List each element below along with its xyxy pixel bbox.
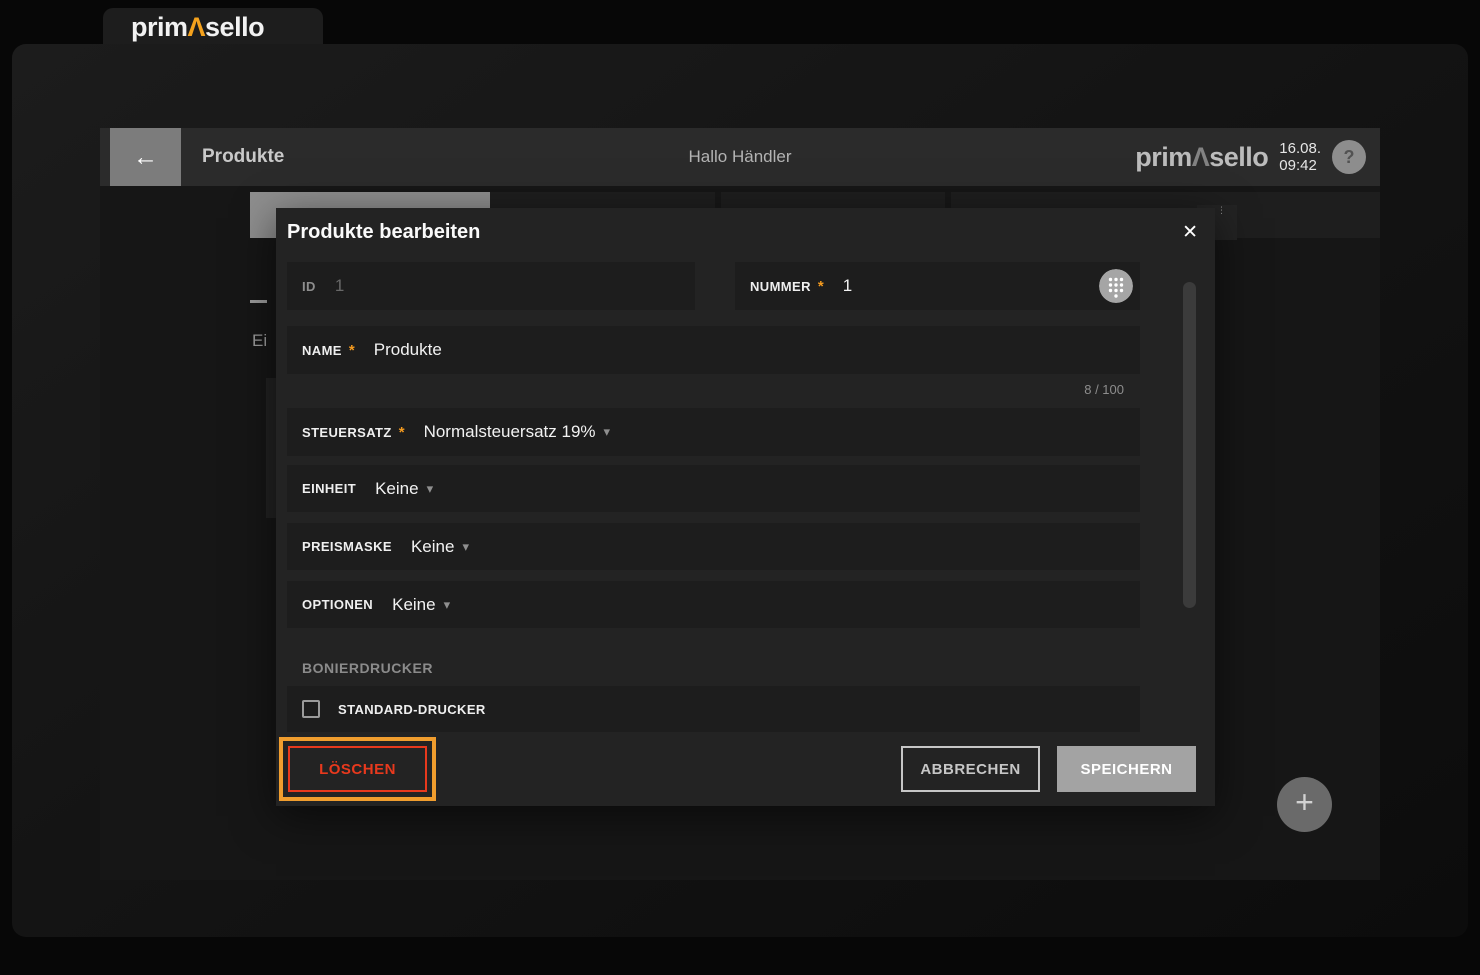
chevron-down-icon: ▾ — [462, 539, 469, 555]
optionen-dropdown[interactable]: OPTIONEN Keine ▾ — [287, 581, 1140, 628]
app-header: ← Produkte Hallo Händler primΛsello 16.0… — [100, 128, 1380, 186]
plus-icon: + — [1295, 784, 1314, 820]
steuersatz-dropdown[interactable]: STEUERSATZ * Normalsteuersatz 19% ▾ — [287, 408, 1140, 456]
logo-text-pre: prim — [131, 12, 188, 42]
standard-drucker-label: STANDARD-DRUCKER — [338, 702, 486, 717]
preismaske-dropdown[interactable]: PREISMASKE Keine ▾ — [287, 523, 1140, 570]
einheit-value: Keine — [375, 479, 418, 499]
background-partial-label: Ei — [252, 331, 267, 351]
header-right-group: primΛsello 16.08. 09:42 ? — [1135, 128, 1366, 186]
optionen-value: Keine — [392, 595, 435, 615]
einheit-label: EINHEIT — [302, 481, 356, 496]
preismaske-label: PREISMASKE — [302, 539, 392, 554]
close-icon[interactable]: ✕ — [1182, 221, 1198, 244]
steuersatz-label: STEUERSATZ — [302, 425, 392, 440]
cancel-button[interactable]: ABBRECHEN — [901, 746, 1040, 792]
chevron-down-icon: ▾ — [604, 424, 611, 440]
steuersatz-value: Normalsteuersatz 19% — [424, 422, 596, 442]
back-button[interactable]: ← — [110, 128, 181, 186]
dots-icon: ⋮ — [1217, 205, 1226, 215]
modal-title: Produkte bearbeiten — [287, 221, 480, 244]
required-asterisk: * — [818, 278, 824, 295]
primasello-header-logo: primΛsello — [1135, 142, 1268, 173]
back-arrow-icon: ← — [133, 143, 158, 172]
bonierdrucker-section-label: BONIERDRUCKER — [302, 660, 433, 676]
primasello-logo: primΛsello — [131, 12, 264, 43]
edit-product-modal: Produkte bearbeiten ✕ ID 1 NUMMER * 1 NA… — [276, 208, 1215, 806]
datetime-display: 16.08. 09:42 — [1279, 140, 1321, 174]
required-asterisk: * — [349, 342, 355, 359]
question-mark-icon: ? — [1344, 147, 1355, 168]
delete-button[interactable]: LÖSCHEN — [288, 746, 427, 792]
numpad-icon[interactable] — [1099, 269, 1133, 303]
optionen-label: OPTIONEN — [302, 597, 373, 612]
logo-lambda-icon: Λ — [188, 12, 206, 42]
einheit-dropdown[interactable]: EINHEIT Keine ▾ — [287, 465, 1140, 512]
chevron-down-icon: ▾ — [444, 597, 451, 613]
chevron-down-icon: ▾ — [427, 481, 434, 497]
background-tab-underline — [250, 300, 267, 303]
nummer-value: 1 — [843, 276, 852, 296]
id-label: ID — [302, 279, 316, 294]
save-button[interactable]: SPEICHERN — [1057, 746, 1196, 792]
name-char-counter: 8 / 100 — [1084, 382, 1124, 397]
add-button[interactable]: + — [1277, 777, 1332, 832]
logo-text-pre: prim — [1135, 142, 1192, 172]
logo-lambda-icon: Λ — [1192, 142, 1210, 172]
name-value: Produkte — [374, 340, 442, 360]
help-button[interactable]: ? — [1332, 140, 1366, 174]
app-logo-tab: primΛsello — [103, 8, 323, 46]
time-text: 09:42 — [1279, 157, 1321, 174]
name-field[interactable]: NAME * Produkte — [287, 326, 1140, 374]
page-title: Produkte — [202, 128, 284, 186]
nummer-label: NUMMER — [750, 279, 811, 294]
logo-text-post: sello — [1209, 142, 1268, 172]
standard-drucker-row[interactable]: STANDARD-DRUCKER — [287, 686, 1140, 732]
date-text: 16.08. — [1279, 140, 1321, 157]
required-asterisk: * — [399, 424, 405, 441]
nummer-field[interactable]: NUMMER * 1 — [735, 262, 1140, 310]
name-label: NAME — [302, 343, 342, 358]
id-field: ID 1 — [287, 262, 695, 310]
modal-scrollbar[interactable] — [1183, 282, 1196, 608]
logo-text-post: sello — [205, 12, 264, 42]
greeting-text: Hallo Händler — [689, 128, 792, 186]
standard-drucker-checkbox[interactable] — [302, 700, 320, 718]
preismaske-value: Keine — [411, 537, 454, 557]
id-value: 1 — [335, 276, 344, 296]
